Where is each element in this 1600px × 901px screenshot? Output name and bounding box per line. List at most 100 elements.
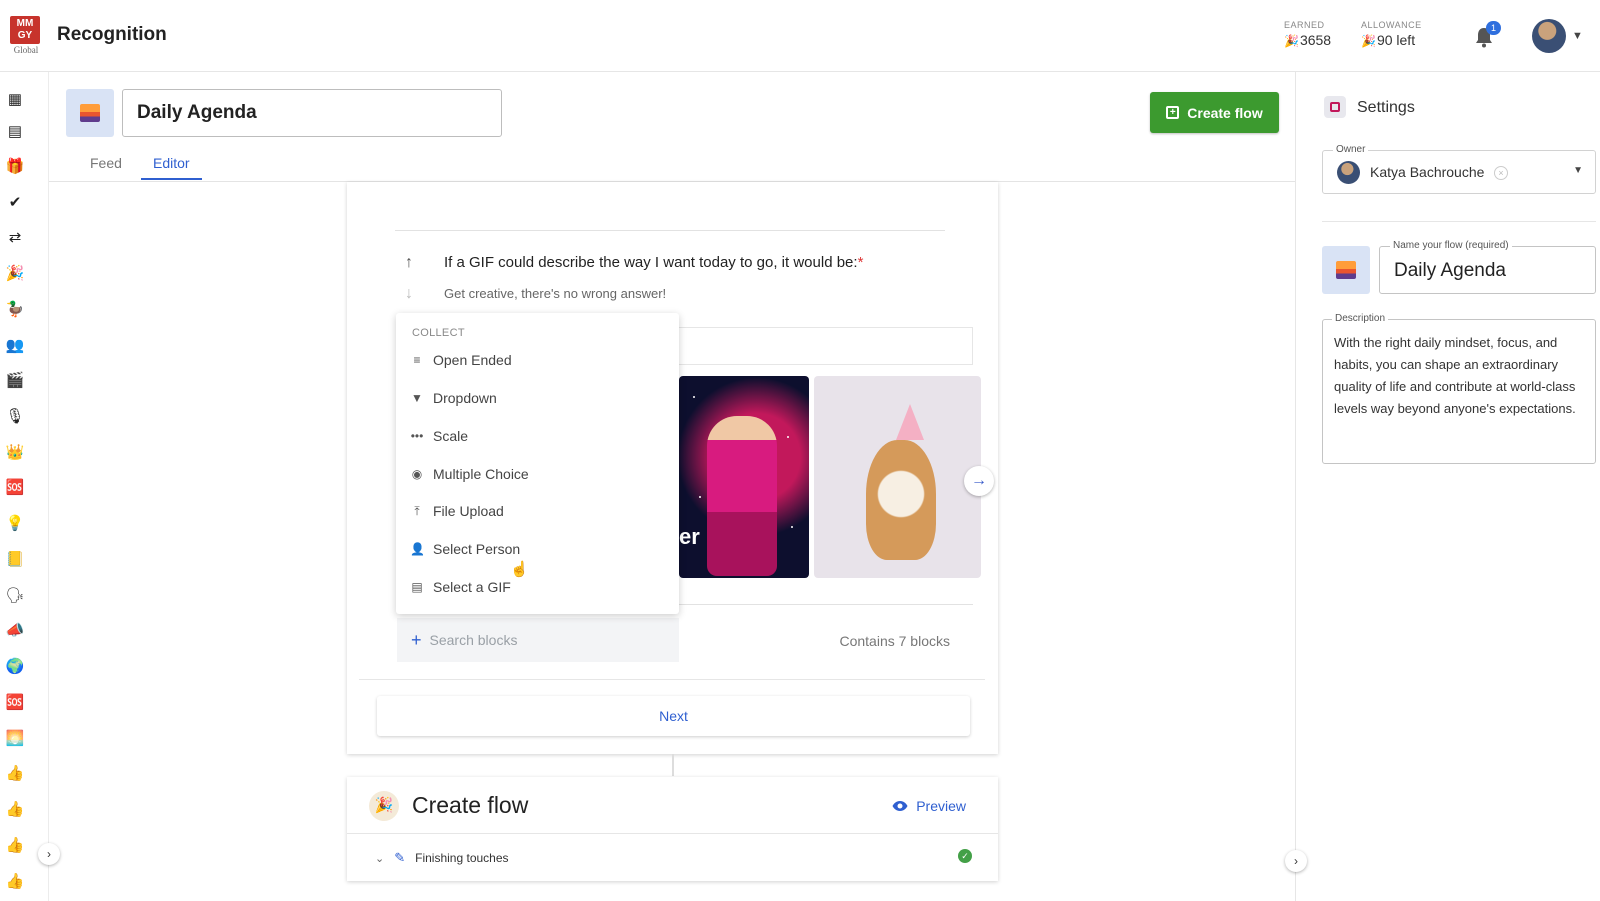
globe-icon[interactable]: 🌍 (4, 655, 26, 677)
create-flow-button[interactable]: + Create flow (1150, 92, 1279, 133)
notification-badge: 1 (1486, 21, 1501, 35)
thumbs-up-icon-3[interactable]: 👍 (4, 834, 26, 856)
bulb-icon[interactable]: 💡 (4, 512, 26, 534)
expand-nav-button[interactable]: › (38, 843, 60, 865)
clear-owner-icon[interactable]: × (1494, 166, 1508, 180)
plus-icon: + (411, 629, 422, 650)
sos-icon[interactable]: 🆘 (4, 476, 26, 498)
megaphone-icon[interactable]: 📣 (4, 619, 26, 641)
logo-subtitle: Global (13, 45, 39, 55)
party-popper-icon: 🎉 (369, 791, 399, 821)
earned-stat: EARNED 🎉3658 (1284, 20, 1331, 48)
thumbs-up-icon[interactable]: 👍 (4, 762, 26, 784)
thumbs-up-icon-2[interactable]: 👍 (4, 798, 26, 820)
user-avatar[interactable] (1532, 19, 1566, 53)
gif-option-dancer[interactable]: er (679, 376, 809, 578)
owner-avatar (1337, 161, 1360, 184)
party-icon: 🎉 (1284, 34, 1299, 48)
gif-caption: er (679, 524, 700, 549)
sos-icon-2[interactable]: 🆘 (4, 691, 26, 713)
hand-cursor-icon: ☝ (510, 561, 529, 578)
duck-icon[interactable]: 🦆 (4, 298, 26, 320)
chevron-down-icon[interactable]: ▼ (1573, 165, 1583, 176)
finishing-touches-row[interactable]: ⌄ ✎ Finishing touches (375, 850, 509, 866)
people-icon[interactable]: 👥 (4, 334, 26, 356)
search-blocks-placeholder: Search blocks (429, 632, 518, 648)
move-down-icon[interactable]: ↓ (405, 285, 413, 303)
menu-item-open-ended[interactable]: ≡ Open Ended (396, 343, 679, 377)
chat-icon[interactable]: 🗣 (4, 584, 26, 606)
sunset-icon (80, 104, 100, 122)
question-title: If a GIF could describe the way I want t… (444, 254, 863, 271)
dashboard-icon[interactable]: ▦ (4, 88, 26, 110)
menu-item-select-a-gif[interactable]: ▤ Select a GIF (396, 570, 679, 604)
flow-name-field[interactable]: Name your flow (required) Daily Agenda (1379, 240, 1596, 294)
arrow-right-icon[interactable]: → (964, 466, 994, 496)
divider (677, 604, 973, 605)
sunset-icon[interactable]: 🌅 (4, 727, 26, 749)
divider (395, 230, 945, 231)
expand-panel-button[interactable]: › (1285, 850, 1307, 872)
owner-select[interactable]: Owner Katya Bachrouche × ▼ (1322, 144, 1596, 194)
microphone-icon[interactable]: 🎙 (4, 405, 26, 427)
list-icon[interactable]: ▤ (4, 120, 26, 142)
collect-block-menu: COLLECT ≡ Open Ended ▼ Dropdown ••• Scale ◉ Mul… (396, 313, 679, 614)
description-field[interactable]: Description With the right daily mindset… (1322, 313, 1596, 464)
flow-thumbnail[interactable] (66, 89, 114, 137)
top-bar: MM GY Global Recognition EARNED 🎉3658 AL… (0, 0, 1600, 72)
gif-option-dog[interactable] (814, 376, 981, 578)
lines-icon: ≡ (413, 353, 421, 367)
menu-item-select-person[interactable]: 👤 Select Person (396, 532, 679, 566)
create-flow-title: Create flow (412, 792, 529, 818)
chevron-down-icon[interactable]: ▼ (1572, 30, 1583, 42)
crown-icon[interactable]: 👑 (4, 441, 26, 463)
preview-button[interactable]: Preview (892, 798, 966, 814)
person-icon: 👤 (410, 542, 425, 556)
flow-title-input[interactable]: Daily Agenda (122, 89, 502, 137)
app-logo[interactable]: MM GY Global (10, 16, 42, 56)
check-circle-icon[interactable]: ✔ (4, 191, 26, 213)
owner-legend: Owner (1333, 144, 1369, 155)
tab-feed[interactable]: Feed (90, 155, 122, 171)
finishing-touches-label: Finishing touches (415, 851, 509, 865)
collect-header: COLLECT (412, 327, 465, 339)
menu-item-file-upload[interactable]: ⤒ File Upload (396, 494, 679, 528)
workflow-icon[interactable]: ⇄ (4, 226, 26, 248)
menu-item-label: File Upload (433, 503, 504, 519)
chevron-down-icon[interactable]: ⌄ (375, 852, 384, 865)
settings-panel: Settings Owner Katya Bachrouche × ▼ Name… (1295, 72, 1600, 901)
dots-icon: ••• (410, 429, 424, 443)
connector-line (672, 754, 674, 776)
settings-title: Settings (1357, 99, 1415, 116)
create-flow-panel: 🎉 Create flow Preview ⌄ ✎ Finishing touc… (347, 777, 998, 881)
flow-name-value: Daily Agenda (1394, 260, 1506, 281)
note-icon[interactable]: 📒 (4, 548, 26, 570)
settings-icon (1324, 96, 1346, 118)
gif-search-field[interactable] (677, 327, 973, 365)
gift-icon[interactable]: 🎁 (4, 155, 26, 177)
allowance-stat: ALLOWANCE 🎉90 left (1361, 20, 1422, 48)
divider (347, 833, 998, 834)
menu-item-multiple-choice[interactable]: ◉ Multiple Choice (396, 457, 679, 491)
allowance-value: 90 left (1376, 32, 1416, 48)
eye-icon (892, 801, 908, 811)
thumbs-up-icon-4[interactable]: 👍 (4, 870, 26, 892)
description-value: With the right daily mindset, focus, and… (1334, 335, 1576, 416)
required-mark: * (857, 254, 864, 271)
menu-item-dropdown[interactable]: ▼ Dropdown (396, 381, 679, 415)
party-icon[interactable]: 🎉 (4, 262, 26, 284)
preview-label: Preview (916, 798, 966, 814)
app-title: Recognition (57, 24, 167, 45)
allowance-label: ALLOWANCE (1361, 20, 1422, 30)
tab-editor[interactable]: Editor (153, 155, 190, 171)
menu-item-label: Select Person (433, 541, 521, 557)
clapper-icon[interactable]: 🎬 (4, 369, 26, 391)
flow-icon-picker[interactable] (1322, 246, 1370, 294)
move-up-icon[interactable]: ↑ (405, 254, 413, 272)
logo-mark: MM GY (10, 16, 40, 44)
search-blocks-input[interactable]: + Search blocks (397, 618, 679, 662)
menu-item-scale[interactable]: ••• Scale (396, 419, 679, 453)
menu-item-label: Select a GIF (433, 579, 511, 595)
radio-icon: ◉ (411, 467, 423, 481)
next-button[interactable]: Next (377, 696, 970, 736)
